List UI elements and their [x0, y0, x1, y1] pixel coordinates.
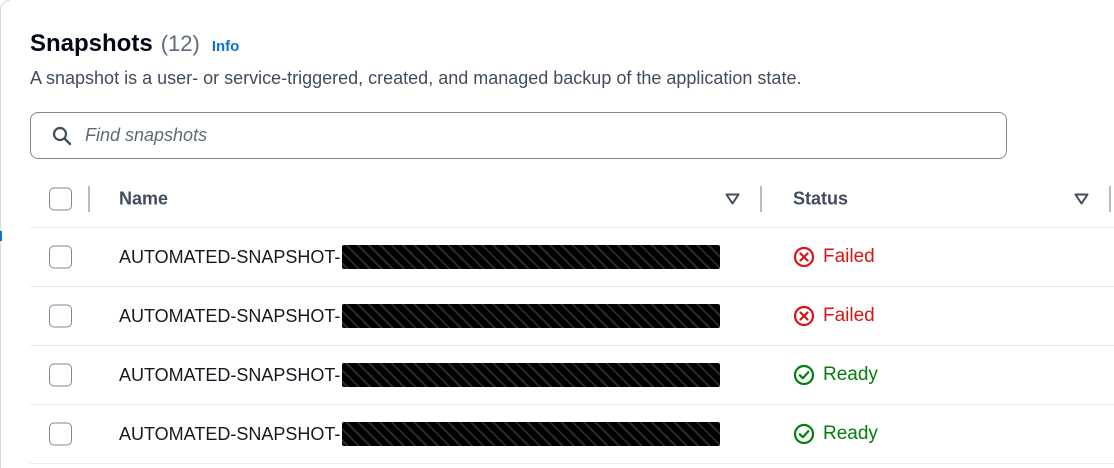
info-link[interactable]: Info: [212, 38, 240, 55]
status-cell: Failed: [793, 246, 875, 268]
section-description: A snapshot is a user- or service-trigger…: [30, 68, 802, 88]
row-checkbox[interactable]: [49, 422, 72, 446]
status-cell: Ready: [793, 423, 878, 445]
row-checkbox[interactable]: [49, 304, 72, 328]
column-header-name[interactable]: Name: [119, 188, 168, 209]
redacted-text: [342, 304, 721, 328]
sort-down-icon[interactable]: [1073, 192, 1089, 206]
snapshot-count: (12): [160, 31, 200, 56]
snapshot-name-text: AUTOMATED-SNAPSHOT-: [119, 246, 341, 267]
search-input[interactable]: [85, 125, 965, 146]
status-cell: Ready: [793, 364, 878, 386]
column-header-status[interactable]: Status: [793, 188, 848, 209]
check-circle-icon: [793, 423, 815, 445]
row-checkbox[interactable]: [49, 245, 72, 269]
status-text: Ready: [823, 364, 878, 385]
snapshot-name-text: AUTOMATED-SNAPSHOT-: [119, 305, 341, 326]
select-all-checkbox[interactable]: [49, 187, 72, 210]
redacted-text: [342, 363, 721, 387]
status-cell: Failed: [793, 305, 875, 327]
snapshot-name: AUTOMATED-SNAPSHOT-: [119, 363, 721, 387]
table-row[interactable]: AUTOMATED-SNAPSHOT- Failed: [30, 228, 1114, 287]
status-text: Failed: [823, 246, 875, 267]
column-divider[interactable]: [1109, 186, 1111, 212]
table-row[interactable]: AUTOMATED-SNAPSHOT- Failed: [30, 287, 1114, 346]
column-divider[interactable]: [760, 186, 762, 212]
focus-edge-marker: [0, 231, 2, 241]
snapshot-name-text: AUTOMATED-SNAPSHOT-: [119, 423, 341, 444]
snapshot-name-text: AUTOMATED-SNAPSHOT-: [119, 364, 341, 385]
error-circle-icon: [793, 305, 815, 327]
snapshots-table: Name Status AUTOMATED-SNAPSHOT- Failed A…: [30, 170, 1114, 464]
table-row[interactable]: AUTOMATED-SNAPSHOT- Ready: [30, 346, 1114, 405]
table-row[interactable]: AUTOMATED-SNAPSHOT- Ready: [30, 405, 1114, 464]
redacted-text: [342, 422, 721, 446]
page-title: Snapshots: [30, 30, 153, 57]
error-circle-icon: [793, 246, 815, 268]
check-circle-icon: [793, 364, 815, 386]
search-icon: [51, 125, 73, 147]
sort-down-icon[interactable]: [724, 192, 740, 206]
title-row: Snapshots (12) Info: [30, 30, 801, 58]
redacted-text: [342, 245, 721, 269]
snapshot-name: AUTOMATED-SNAPSHOT-: [119, 304, 721, 328]
row-checkbox[interactable]: [49, 363, 72, 387]
table-header-row: Name Status: [30, 170, 1114, 228]
snapshot-name: AUTOMATED-SNAPSHOT-: [119, 422, 721, 446]
column-divider[interactable]: [88, 186, 90, 212]
section-header: Snapshots (12) Info A snapshot is a user…: [30, 30, 801, 89]
snapshot-name: AUTOMATED-SNAPSHOT-: [119, 245, 721, 269]
status-text: Ready: [823, 423, 878, 444]
status-text: Failed: [823, 305, 875, 326]
search-box: [30, 112, 1007, 159]
